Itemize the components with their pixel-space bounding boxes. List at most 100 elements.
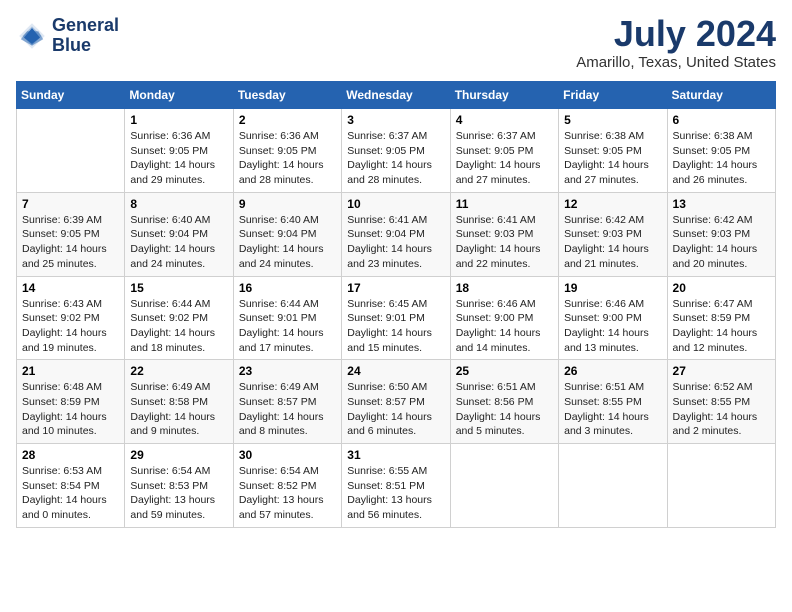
header-cell-saturday: Saturday [667, 82, 775, 109]
calendar-cell: 26Sunrise: 6:51 AM Sunset: 8:55 PM Dayli… [559, 360, 667, 444]
week-row: 7 Sunrise: 6:39 AM Sunset: 9:05 PM Daylig… [17, 192, 776, 276]
day-number: 16 [239, 281, 336, 295]
calendar-cell: 5Sunrise: 6:38 AM Sunset: 9:05 PM Daylig… [559, 109, 667, 193]
day-number: 6 [673, 113, 770, 127]
calendar-cell: 30Sunrise: 6:54 AM Sunset: 8:52 PM Dayli… [233, 444, 341, 528]
calendar-header: SundayMondayTuesdayWednesdayThursdayFrid… [17, 82, 776, 109]
calendar-cell: 20 Sunrise: 6:47 AM Sunset: 8:59 PM Dayli… [667, 276, 775, 360]
day-number: 7 [22, 197, 119, 211]
calendar-cell: 15 Sunrise: 6:44 AM Sunset: 9:02 PM Dayli… [125, 276, 233, 360]
day-number: 19 [564, 281, 661, 295]
logo: General Blue [16, 16, 119, 56]
cell-content: Sunrise: 6:40 AM Sunset: 9:04 PM Dayligh… [130, 213, 227, 272]
day-number: 27 [673, 364, 770, 378]
cell-content: Sunrise: 6:47 AM Sunset: 8:59 PM Dayligh… [673, 297, 770, 356]
day-number: 14 [22, 281, 119, 295]
month-title: July 2024 [576, 16, 776, 52]
cell-content: Sunrise: 6:38 AM Sunset: 9:05 PM Dayligh… [673, 129, 770, 188]
cell-content: Sunrise: 6:44 AM Sunset: 9:01 PM Dayligh… [239, 297, 336, 356]
calendar-cell: 11 Sunrise: 6:41 AM Sunset: 9:03 PM Dayli… [450, 192, 558, 276]
day-number: 29 [130, 448, 227, 462]
cell-content: Sunrise: 6:46 AM Sunset: 9:00 PM Dayligh… [564, 297, 661, 356]
day-number: 8 [130, 197, 227, 211]
header-cell-tuesday: Tuesday [233, 82, 341, 109]
location-title: Amarillo, Texas, United States [576, 54, 776, 71]
header-cell-sunday: Sunday [17, 82, 125, 109]
header-cell-thursday: Thursday [450, 82, 558, 109]
calendar-cell [559, 444, 667, 528]
cell-content: Sunrise: 6:49 AM Sunset: 8:57 PM Dayligh… [239, 380, 336, 439]
cell-content: Sunrise: 6:51 AM Sunset: 8:56 PM Dayligh… [456, 380, 553, 439]
week-row: 28Sunrise: 6:53 AM Sunset: 8:54 PM Dayli… [17, 444, 776, 528]
calendar-cell: 8 Sunrise: 6:40 AM Sunset: 9:04 PM Daylig… [125, 192, 233, 276]
logo-icon [16, 20, 48, 52]
calendar-cell: 28Sunrise: 6:53 AM Sunset: 8:54 PM Dayli… [17, 444, 125, 528]
day-number: 1 [130, 113, 227, 127]
calendar-cell: 31 Sunrise: 6:55 AM Sunset: 8:51 PM Dayli… [342, 444, 450, 528]
calendar-cell: 2 Sunrise: 6:36 AM Sunset: 9:05 PM Daylig… [233, 109, 341, 193]
cell-content: Sunrise: 6:45 AM Sunset: 9:01 PM Dayligh… [347, 297, 444, 356]
day-number: 4 [456, 113, 553, 127]
cell-content: Sunrise: 6:43 AM Sunset: 9:02 PM Dayligh… [22, 297, 119, 356]
cell-content: Sunrise: 6:39 AM Sunset: 9:05 PM Dayligh… [22, 213, 119, 272]
cell-content: Sunrise: 6:38 AM Sunset: 9:05 PM Dayligh… [564, 129, 661, 188]
day-number: 20 [673, 281, 770, 295]
cell-content: Sunrise: 6:55 AM Sunset: 8:51 PM Dayligh… [347, 464, 444, 523]
day-number: 25 [456, 364, 553, 378]
day-number: 26 [564, 364, 661, 378]
cell-content: Sunrise: 6:42 AM Sunset: 9:03 PM Dayligh… [564, 213, 661, 272]
day-number: 2 [239, 113, 336, 127]
calendar-cell: 17 Sunrise: 6:45 AM Sunset: 9:01 PM Dayli… [342, 276, 450, 360]
cell-content: Sunrise: 6:46 AM Sunset: 9:00 PM Dayligh… [456, 297, 553, 356]
cell-content: Sunrise: 6:36 AM Sunset: 9:05 PM Dayligh… [239, 129, 336, 188]
calendar-cell: 18Sunrise: 6:46 AM Sunset: 9:00 PM Dayli… [450, 276, 558, 360]
day-number: 21 [22, 364, 119, 378]
cell-content: Sunrise: 6:44 AM Sunset: 9:02 PM Dayligh… [130, 297, 227, 356]
header-cell-monday: Monday [125, 82, 233, 109]
day-number: 9 [239, 197, 336, 211]
cell-content: Sunrise: 6:54 AM Sunset: 8:52 PM Dayligh… [239, 464, 336, 523]
day-number: 22 [130, 364, 227, 378]
cell-content: Sunrise: 6:37 AM Sunset: 9:05 PM Dayligh… [347, 129, 444, 188]
day-number: 15 [130, 281, 227, 295]
calendar-cell [667, 444, 775, 528]
title-block: July 2024 Amarillo, Texas, United States [576, 16, 776, 71]
cell-content: Sunrise: 6:37 AM Sunset: 9:05 PM Dayligh… [456, 129, 553, 188]
calendar-body: 1 Sunrise: 6:36 AM Sunset: 9:05 PM Daylig… [17, 109, 776, 528]
calendar-cell: 1 Sunrise: 6:36 AM Sunset: 9:05 PM Daylig… [125, 109, 233, 193]
calendar-cell [17, 109, 125, 193]
day-number: 3 [347, 113, 444, 127]
cell-content: Sunrise: 6:42 AM Sunset: 9:03 PM Dayligh… [673, 213, 770, 272]
cell-content: Sunrise: 6:41 AM Sunset: 9:04 PM Dayligh… [347, 213, 444, 272]
calendar-cell: 29 Sunrise: 6:54 AM Sunset: 8:53 PM Dayli… [125, 444, 233, 528]
calendar-cell: 13Sunrise: 6:42 AM Sunset: 9:03 PM Dayli… [667, 192, 775, 276]
calendar-cell: 24Sunrise: 6:50 AM Sunset: 8:57 PM Dayli… [342, 360, 450, 444]
cell-content: Sunrise: 6:54 AM Sunset: 8:53 PM Dayligh… [130, 464, 227, 523]
logo-line2: Blue [52, 36, 119, 56]
calendar-cell: 7 Sunrise: 6:39 AM Sunset: 9:05 PM Daylig… [17, 192, 125, 276]
calendar-cell: 22 Sunrise: 6:49 AM Sunset: 8:58 PM Dayli… [125, 360, 233, 444]
day-number: 10 [347, 197, 444, 211]
header-row: SundayMondayTuesdayWednesdayThursdayFrid… [17, 82, 776, 109]
calendar-cell: 19 Sunrise: 6:46 AM Sunset: 9:00 PM Dayli… [559, 276, 667, 360]
calendar-cell: 27 Sunrise: 6:52 AM Sunset: 8:55 PM Dayli… [667, 360, 775, 444]
calendar-cell [450, 444, 558, 528]
logo-text: General Blue [52, 16, 119, 56]
day-number: 24 [347, 364, 444, 378]
cell-content: Sunrise: 6:52 AM Sunset: 8:55 PM Dayligh… [673, 380, 770, 439]
calendar-cell: 12Sunrise: 6:42 AM Sunset: 9:03 PM Dayli… [559, 192, 667, 276]
week-row: 21 Sunrise: 6:48 AM Sunset: 8:59 PM Dayli… [17, 360, 776, 444]
calendar-cell: 16 Sunrise: 6:44 AM Sunset: 9:01 PM Dayli… [233, 276, 341, 360]
day-number: 17 [347, 281, 444, 295]
header-cell-wednesday: Wednesday [342, 82, 450, 109]
cell-content: Sunrise: 6:49 AM Sunset: 8:58 PM Dayligh… [130, 380, 227, 439]
week-row: 1 Sunrise: 6:36 AM Sunset: 9:05 PM Daylig… [17, 109, 776, 193]
cell-content: Sunrise: 6:48 AM Sunset: 8:59 PM Dayligh… [22, 380, 119, 439]
cell-content: Sunrise: 6:36 AM Sunset: 9:05 PM Dayligh… [130, 129, 227, 188]
calendar-cell: 23Sunrise: 6:49 AM Sunset: 8:57 PM Dayli… [233, 360, 341, 444]
calendar-cell: 10 Sunrise: 6:41 AM Sunset: 9:04 PM Dayli… [342, 192, 450, 276]
day-number: 11 [456, 197, 553, 211]
day-number: 31 [347, 448, 444, 462]
cell-content: Sunrise: 6:41 AM Sunset: 9:03 PM Dayligh… [456, 213, 553, 272]
cell-content: Sunrise: 6:53 AM Sunset: 8:54 PM Dayligh… [22, 464, 119, 523]
